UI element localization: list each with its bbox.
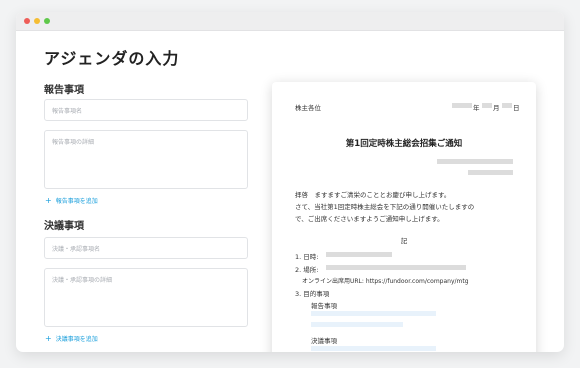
resolution-detail-textarea[interactable]: 決議・承認事項の詳細 <box>44 268 248 327</box>
report-name-input[interactable]: 報告事項名 <box>44 99 248 121</box>
minimize-window-icon[interactable] <box>34 18 40 24</box>
doc-item-2-label: 2. 場所: <box>295 266 319 274</box>
window-titlebar <box>16 12 564 31</box>
doc-report-placeholder-2 <box>311 322 403 327</box>
close-window-icon[interactable] <box>24 18 30 24</box>
notice-document-preview: 株主各位 年 月 日 第1回定時株主総会招集ご通知 拝啓 ますますご清栄のことと… <box>272 82 536 352</box>
doc-greeting-line-3: で、ご出席くださいますようご通知申し上げます。 <box>295 215 444 223</box>
doc-representative-placeholder <box>468 170 513 175</box>
doc-date-day-placeholder <box>502 103 512 108</box>
doc-resolutions-label: 決議事項 <box>311 337 337 345</box>
doc-date-day: 日 <box>513 104 520 112</box>
plus-icon: + <box>45 333 52 343</box>
app-window: アジェンダの入力 報告事項 報告事項名 報告事項の詳細 + 報告事項を追加 決議… <box>16 12 564 352</box>
doc-datetime-placeholder <box>326 252 392 257</box>
doc-resolution-placeholder-1 <box>311 346 436 351</box>
doc-item-1-label: 1. 日時: <box>295 253 319 261</box>
add-report-link[interactable]: + 報告事項を追加 <box>45 196 98 205</box>
resolution-name-input[interactable]: 決議・承認事項名 <box>44 237 248 259</box>
add-resolution-link[interactable]: + 決議事項を追加 <box>45 334 98 343</box>
report-detail-textarea[interactable]: 報告事項の詳細 <box>44 130 248 189</box>
doc-date-month: 月 <box>493 104 500 112</box>
add-resolution-label: 決議事項を追加 <box>55 336 98 343</box>
report-section-heading: 報告事項 <box>44 85 84 96</box>
doc-date-month-placeholder <box>482 103 492 108</box>
doc-greeting-line-1: 拝啓 ますますご清栄のこととお慶び申し上げます。 <box>295 191 451 199</box>
doc-date-year-placeholder <box>452 103 472 108</box>
doc-reports-label: 報告事項 <box>311 302 337 310</box>
doc-addressee: 株主各位 <box>295 104 321 112</box>
page-title: アジェンダの入力 <box>44 49 180 68</box>
maximize-window-icon[interactable] <box>44 18 50 24</box>
doc-report-placeholder-1 <box>311 311 436 316</box>
doc-item-3-label: 3. 目的事項 <box>295 290 330 298</box>
resolution-section-heading: 決議事項 <box>44 221 84 232</box>
add-report-label: 報告事項を追加 <box>55 198 98 205</box>
doc-title: 第1回定時株主総会招集ご通知 <box>345 139 463 149</box>
doc-venue-placeholder <box>326 265 466 270</box>
doc-online-url: オンライン出席用URL: https://fundoor.com/company… <box>302 278 469 285</box>
plus-icon: + <box>45 195 52 205</box>
doc-greeting-line-2: さて、当社第1回定時株主総会を下記の通り開催いたしますの <box>295 203 475 211</box>
doc-date-year: 年 <box>473 104 480 112</box>
doc-ki: 記 <box>400 237 408 245</box>
doc-company-placeholder <box>437 159 513 164</box>
